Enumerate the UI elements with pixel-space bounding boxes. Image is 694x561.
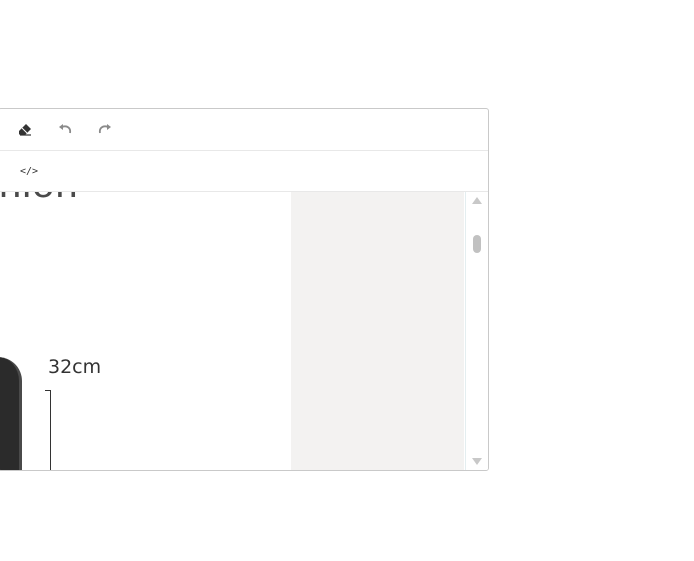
heading-fragment: nion xyxy=(0,192,79,207)
toolbar-row-2: </> xyxy=(0,151,488,192)
code-icon: </> xyxy=(19,165,39,177)
scroll-down-arrow-icon[interactable] xyxy=(472,458,482,465)
source-code-button[interactable]: </> xyxy=(13,157,45,185)
bag-image-fragment xyxy=(0,357,22,470)
scroll-thumb[interactable] xyxy=(473,235,481,253)
redo-button[interactable] xyxy=(89,116,121,144)
rich-text-editor: </> nion 32cm xyxy=(0,108,489,471)
clear-format-button[interactable] xyxy=(9,116,41,144)
undo-icon xyxy=(59,123,72,133)
eraser-icon xyxy=(19,123,31,136)
editor-content[interactable]: nion 32cm xyxy=(0,192,464,470)
measurement-label: 32cm xyxy=(48,356,102,378)
redo-icon xyxy=(98,123,111,133)
content-gray-panel xyxy=(291,192,464,470)
vertical-scrollbar[interactable] xyxy=(465,192,488,470)
undo-button[interactable] xyxy=(49,116,81,144)
scroll-up-arrow-icon[interactable] xyxy=(472,197,482,204)
measurement-line xyxy=(50,390,51,470)
toolbar-row-1 xyxy=(0,109,488,151)
